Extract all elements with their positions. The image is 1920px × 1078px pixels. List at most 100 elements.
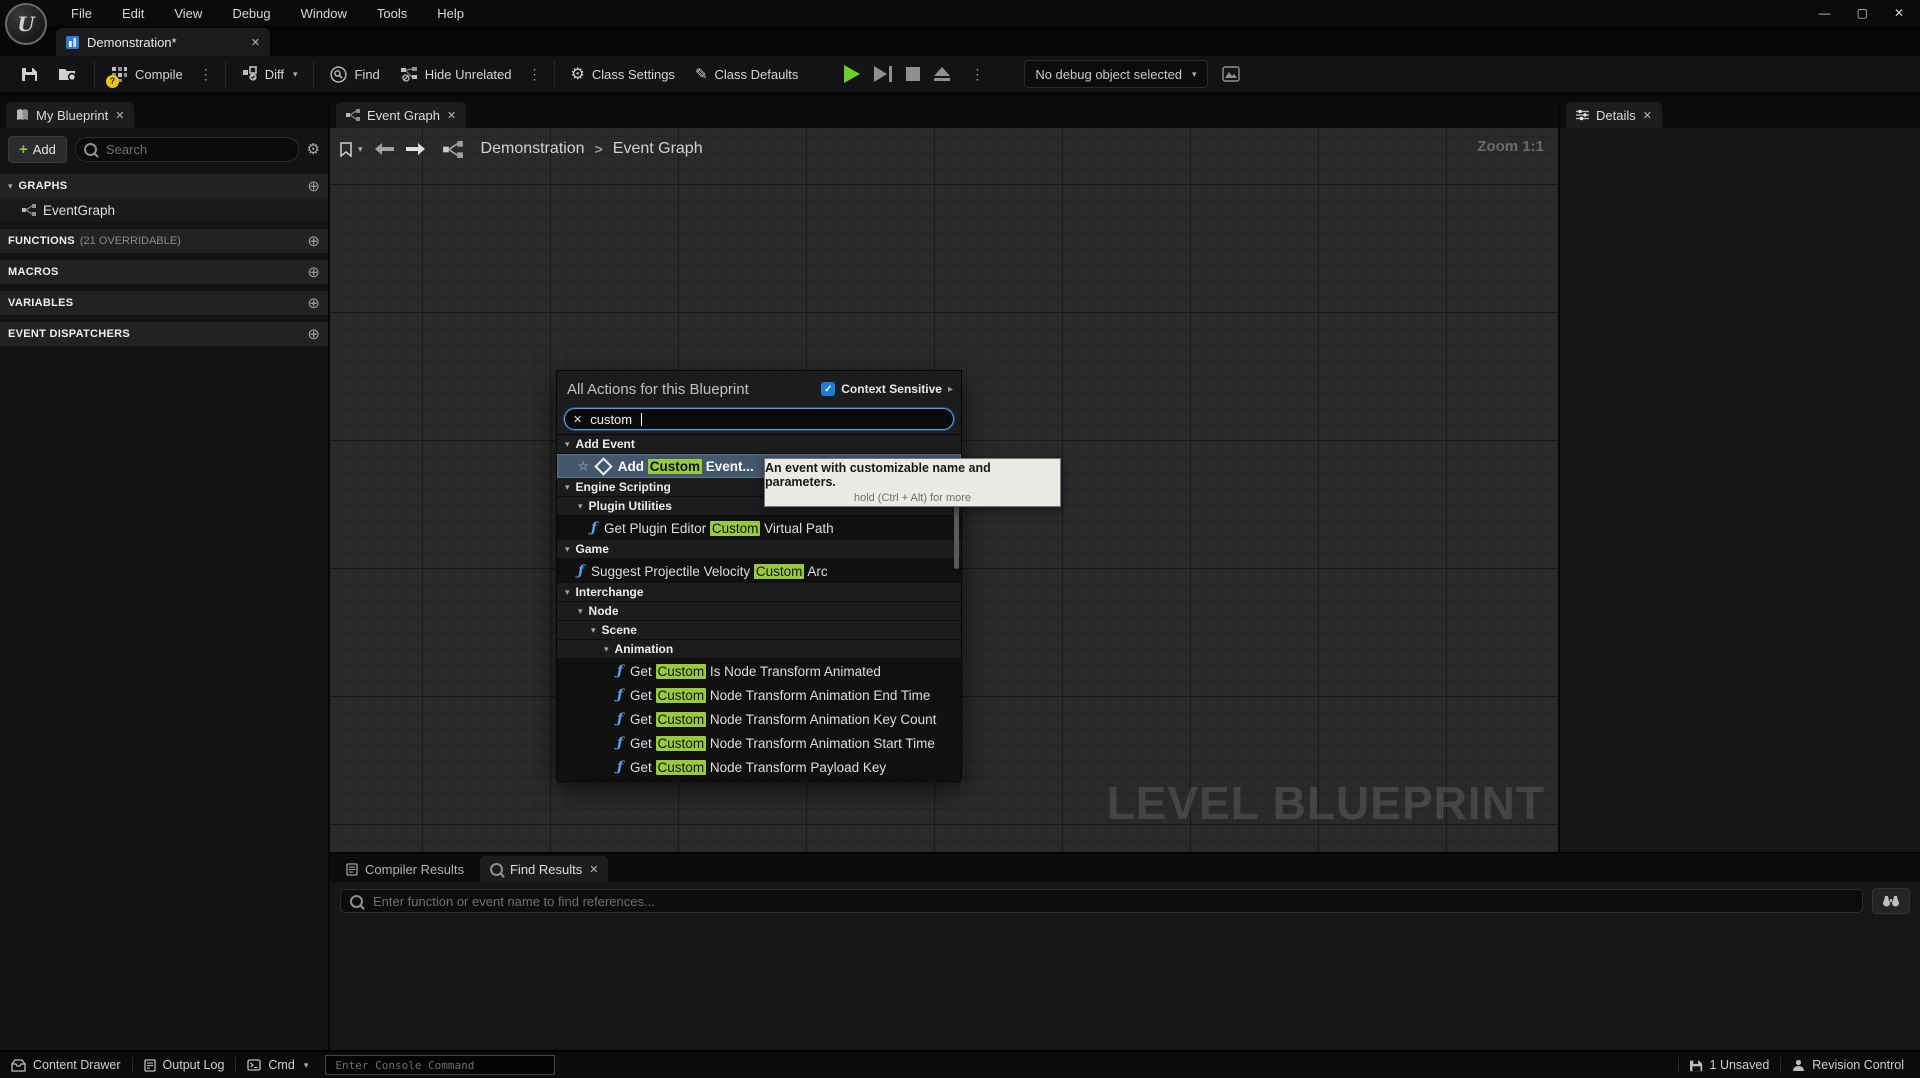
close-panel-icon[interactable]: ✕ bbox=[115, 109, 124, 122]
chevron-right-icon[interactable]: ▸ bbox=[948, 384, 953, 395]
close-tab-icon[interactable]: ✕ bbox=[251, 36, 260, 49]
nav-back-arrow[interactable] bbox=[373, 142, 395, 156]
window-controls: — ▢ ✕ bbox=[1819, 0, 1912, 26]
text-cursor bbox=[641, 413, 642, 426]
compile-button[interactable]: ? Compile bbox=[101, 59, 193, 89]
plus-icon: + bbox=[19, 141, 28, 158]
action-item-get-plugin-editor-custom-virtual-path[interactable]: ƒGet Plugin Editor Custom Virtual Path bbox=[557, 516, 961, 540]
clear-search-icon[interactable]: ✕ bbox=[573, 413, 582, 426]
menu-item-edit[interactable]: Edit bbox=[107, 6, 159, 21]
tab-compiler-results[interactable]: Compiler Results bbox=[336, 856, 474, 882]
breadcrumb-root[interactable]: Demonstration bbox=[481, 140, 585, 158]
find-in-blueprints-button[interactable] bbox=[1872, 888, 1910, 914]
category-label: Interchange bbox=[576, 585, 644, 599]
eject-button[interactable] bbox=[934, 67, 950, 81]
action-category-node[interactable]: ▾Node bbox=[557, 602, 961, 621]
action-item-suggest-projectile-velocity-custom-arc[interactable]: ƒSuggest Projectile Velocity Custom Arc bbox=[557, 559, 961, 583]
add-macros-icon[interactable]: ⊕ bbox=[307, 265, 320, 280]
revision-control-button[interactable]: Revision Control bbox=[1781, 1052, 1920, 1078]
action-category-game[interactable]: ▾Game bbox=[557, 540, 961, 559]
menu-item-window[interactable]: Window bbox=[286, 6, 362, 21]
section-header-macros[interactable]: MACROS⊕ bbox=[0, 260, 328, 284]
tab-event-graph[interactable]: Event Graph ✕ bbox=[336, 102, 466, 128]
close-tab-icon[interactable]: ✕ bbox=[447, 109, 456, 122]
caret-down-icon: ▾ bbox=[578, 501, 583, 512]
menu-item-help[interactable]: Help bbox=[422, 6, 479, 21]
maximize-button[interactable]: ▢ bbox=[1857, 6, 1868, 20]
action-category-add-event[interactable]: ▾Add Event bbox=[557, 435, 961, 454]
action-category-animation[interactable]: ▾Animation bbox=[557, 640, 961, 659]
hide-unrelated-button[interactable]: Hide Unrelated bbox=[390, 59, 522, 89]
section-header-functions[interactable]: FUNCTIONS(21 OVERRIDABLE)⊕ bbox=[0, 229, 328, 253]
bookmark-icon bbox=[340, 142, 352, 157]
play-options-kebab[interactable]: ⋮ bbox=[964, 66, 990, 83]
tab-find-results[interactable]: Find Results ✕ bbox=[480, 856, 608, 882]
console-command-input[interactable] bbox=[333, 1058, 547, 1073]
class-settings-button[interactable]: ⚙ Class Settings bbox=[561, 59, 685, 89]
menu-item-view[interactable]: View bbox=[159, 6, 217, 21]
compile-options-kebab[interactable]: ⋮ bbox=[193, 66, 219, 83]
search-match-highlight: Custom bbox=[656, 760, 707, 775]
stop-button[interactable] bbox=[906, 67, 920, 81]
close-window-button[interactable]: ✕ bbox=[1894, 6, 1904, 20]
frame-skip-button[interactable] bbox=[874, 66, 892, 82]
section-header-graphs[interactable]: ▾GRAPHS⊕ bbox=[0, 174, 328, 198]
main-toolbar: ? Compile ⋮ Diff ▾ Find bbox=[0, 56, 1920, 96]
search-icon bbox=[84, 143, 97, 156]
panel-settings-gear-icon[interactable]: ⚙ bbox=[307, 140, 320, 158]
content-drawer-button[interactable]: Content Drawer bbox=[0, 1052, 132, 1078]
action-item-label: Get Plugin Editor Custom Virtual Path bbox=[604, 521, 834, 536]
action-item-get-custom-is-node-transform-animated[interactable]: ƒGet Custom Is Node Transform Animated bbox=[557, 659, 961, 683]
blueprint-search-input[interactable] bbox=[104, 141, 290, 158]
menu-item-file[interactable]: File bbox=[56, 6, 107, 21]
add-variables-icon[interactable]: ⊕ bbox=[307, 296, 320, 311]
action-item-get-custom-node-transform-payload-key[interactable]: ƒGet Custom Node Transform Payload Key bbox=[557, 755, 961, 779]
add-event-dispatchers-icon[interactable]: ⊕ bbox=[307, 327, 320, 342]
output-log-button[interactable]: Output Log bbox=[133, 1052, 236, 1078]
minimize-button[interactable]: — bbox=[1819, 6, 1831, 20]
save-button[interactable] bbox=[12, 59, 48, 89]
favorite-star-icon[interactable]: ☆ bbox=[578, 459, 589, 473]
add-button[interactable]: + Add bbox=[8, 136, 67, 163]
debug-world-icon[interactable] bbox=[1222, 66, 1240, 82]
nav-forward-arrow[interactable] bbox=[405, 142, 427, 156]
debug-object-select[interactable]: No debug object selected ▾ bbox=[1024, 60, 1207, 88]
close-tab-icon[interactable]: ✕ bbox=[589, 863, 598, 876]
bookmarks-button[interactable]: ▾ bbox=[340, 142, 363, 157]
section-header-variables[interactable]: VARIABLES⊕ bbox=[0, 291, 328, 315]
action-item-get-custom-node-transform-animation-key-count[interactable]: ƒGet Custom Node Transform Animation Key… bbox=[557, 707, 961, 731]
add-functions-icon[interactable]: ⊕ bbox=[307, 234, 320, 249]
action-item-get-custom-node-transform-animation-start-time[interactable]: ƒGet Custom Node Transform Animation Sta… bbox=[557, 731, 961, 755]
graph-watermark: LEVEL BLUEPRINT bbox=[1107, 776, 1545, 830]
class-defaults-button[interactable]: ✎ Class Defaults bbox=[685, 59, 808, 89]
play-button[interactable] bbox=[844, 65, 860, 83]
action-category-scene[interactable]: ▾Scene bbox=[557, 621, 961, 640]
search-match-highlight: Custom bbox=[656, 664, 707, 679]
close-panel-icon[interactable]: ✕ bbox=[1643, 109, 1652, 122]
find-references-input[interactable] bbox=[371, 893, 1853, 910]
breadcrumb-current[interactable]: Event Graph bbox=[613, 140, 703, 158]
asset-tab-demonstration[interactable]: Demonstration* ✕ bbox=[56, 28, 270, 56]
blueprint-asset-icon bbox=[66, 36, 79, 49]
diff-button[interactable]: Diff ▾ bbox=[232, 59, 308, 89]
add-graphs-icon[interactable]: ⊕ bbox=[307, 179, 320, 194]
graph-options-kebab[interactable]: ⋮ bbox=[522, 66, 548, 83]
pencil-icon: ✎ bbox=[695, 65, 708, 83]
action-tooltip: An event with customizable name and para… bbox=[764, 458, 1061, 507]
section-header-event-dispatchers[interactable]: EVENT DISPATCHERS⊕ bbox=[0, 322, 328, 346]
action-search-field[interactable]: ✕ custom bbox=[564, 408, 954, 430]
graph-item-eventgraph[interactable]: EventGraph bbox=[0, 198, 328, 222]
tab-details[interactable]: Details ✕ bbox=[1566, 102, 1662, 128]
browse-asset-button[interactable] bbox=[48, 59, 88, 89]
action-item-get-custom-node-transform-animation-end-time[interactable]: ƒGet Custom Node Transform Animation End… bbox=[557, 683, 961, 707]
checkbox-checked-icon[interactable]: ✓ bbox=[821, 382, 835, 396]
context-sensitive-toggle[interactable]: ✓ Context Sensitive ▸ bbox=[821, 382, 953, 396]
tab-my-blueprint[interactable]: My Blueprint ✕ bbox=[6, 102, 134, 128]
cmd-selector[interactable]: Cmd ▾ bbox=[236, 1052, 319, 1078]
find-button[interactable]: Find bbox=[320, 59, 389, 89]
menu-item-tools[interactable]: Tools bbox=[362, 6, 422, 21]
search-match-highlight: Custom bbox=[656, 712, 707, 727]
unsaved-button[interactable]: 1 Unsaved bbox=[1679, 1052, 1781, 1078]
menu-item-debug[interactable]: Debug bbox=[217, 6, 285, 21]
action-category-interchange[interactable]: ▾Interchange bbox=[557, 583, 961, 602]
